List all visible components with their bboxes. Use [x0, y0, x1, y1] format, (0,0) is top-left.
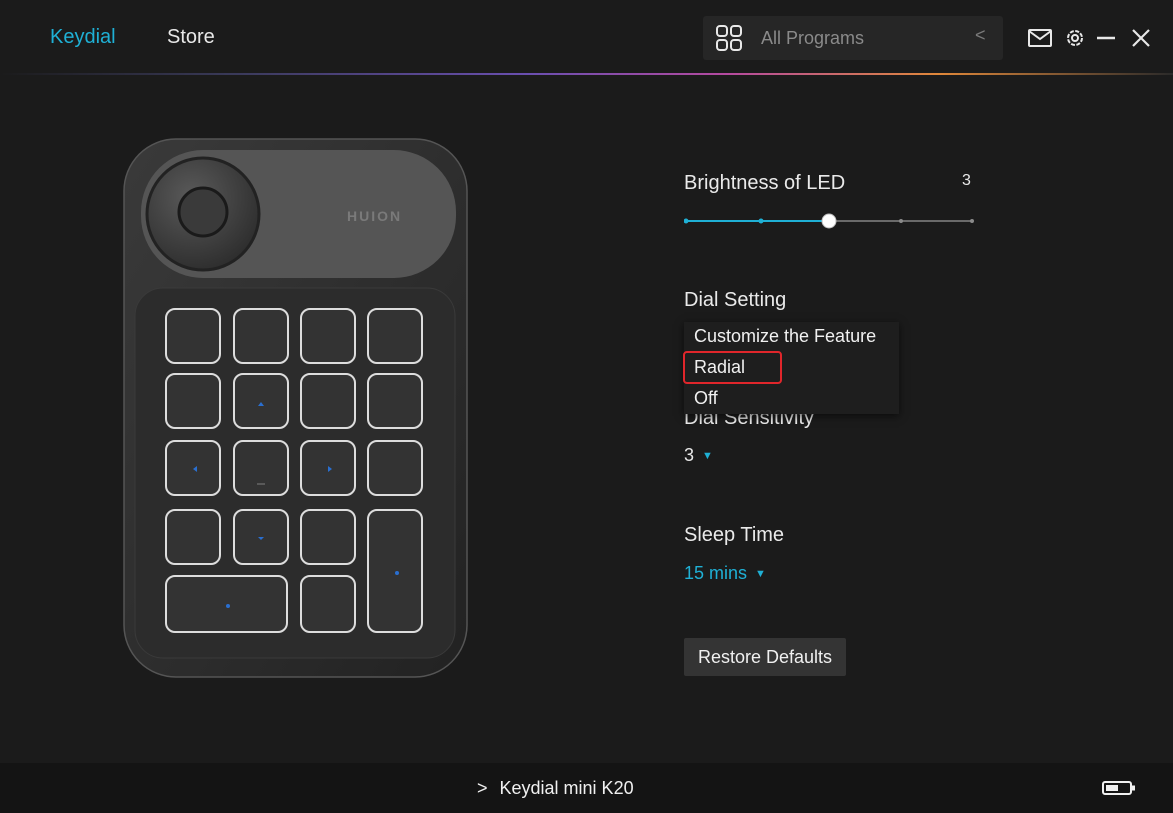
brightness-value: 3 [962, 172, 971, 189]
keypad-key [165, 308, 221, 364]
caret-down-icon: ▼ [702, 450, 713, 462]
tab-store[interactable]: Store [167, 26, 215, 49]
dial-option-off[interactable]: Off [694, 388, 718, 409]
sleep-time-title: Sleep Time [684, 524, 785, 546]
grid-icon [716, 25, 742, 51]
keypad-key [165, 373, 221, 429]
brightness-slider[interactable] [684, 210, 974, 232]
program-selector-value: All Programs [761, 28, 865, 48]
slider-thumb [821, 213, 837, 229]
chevron-right-icon: > [477, 778, 488, 798]
device-bar: > Keydial mini K20 [0, 763, 1173, 813]
keypad-key [367, 509, 423, 633]
sleep-time-value: 15 mins [684, 563, 748, 583]
keypad-key [300, 373, 356, 429]
slider-tick [684, 218, 689, 224]
gear-icon[interactable] [1064, 27, 1086, 49]
mail-icon[interactable] [1028, 29, 1052, 47]
huion-logo: HUION [347, 208, 402, 224]
keypad-key [300, 575, 356, 633]
brightness-title: Brightness of LED [684, 172, 846, 194]
header-divider [0, 73, 1173, 75]
dial-sensitivity-select[interactable]: 3 ▼ [684, 445, 713, 466]
device-name-label: Keydial mini K20 [499, 778, 634, 798]
top-bar: Keydial Store All Programs < [0, 0, 1173, 74]
keypad-key [165, 575, 288, 633]
keypad-key [233, 308, 289, 364]
restore-defaults-button[interactable]: Restore Defaults [684, 638, 846, 676]
dial-option-customize[interactable]: Customize the Feature [694, 326, 876, 347]
minimize-icon[interactable] [1096, 28, 1116, 48]
caret-down-icon: ▼ [755, 568, 766, 580]
keypad-key [367, 308, 423, 364]
battery-icon [1102, 781, 1135, 795]
dial-option-radial[interactable]: Radial [682, 351, 783, 384]
program-selector[interactable]: All Programs < [703, 16, 1003, 60]
tab-keydial[interactable]: Keydial [50, 26, 116, 49]
keydial-device-image: HUION [123, 138, 468, 678]
dial-sensitivity-value: 3 [684, 445, 695, 465]
keypad-key [367, 440, 423, 496]
chevron-left-icon[interactable]: < [975, 25, 986, 46]
keypad-key [165, 509, 221, 565]
keypad-key [165, 440, 221, 496]
keypad-key [300, 509, 356, 565]
keypad-key [233, 373, 289, 429]
keypad-key [233, 440, 289, 496]
dial-setting-title: Dial Setting [684, 289, 787, 311]
keypad-key [300, 308, 356, 364]
slider-tick [970, 219, 974, 223]
keypad-key [367, 373, 423, 429]
slider-tick [899, 219, 903, 223]
slider-tick [758, 218, 764, 224]
close-icon[interactable] [1131, 28, 1151, 48]
dial-setting-dropdown: Customize the Feature Radial Off [682, 322, 899, 414]
device-selector[interactable]: > Keydial mini K20 [477, 778, 634, 799]
sleep-time-select[interactable]: 15 mins ▼ [684, 563, 766, 584]
